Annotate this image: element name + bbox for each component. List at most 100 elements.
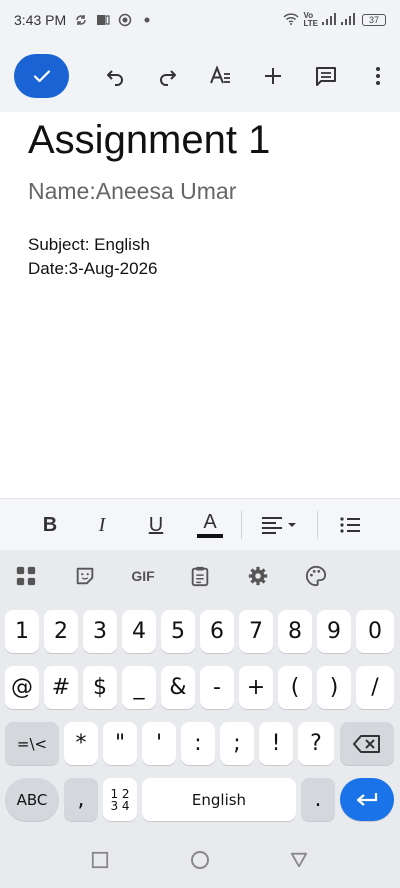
done-button[interactable] <box>14 54 70 98</box>
align-left-icon <box>262 517 296 534</box>
status-right: Vo LTE 37 <box>283 12 386 29</box>
redo-button[interactable] <box>146 54 190 98</box>
key-colon[interactable]: : <box>181 722 215 765</box>
key-asterisk[interactable]: * <box>64 722 98 765</box>
bulleted-list-button[interactable] <box>336 505 364 545</box>
key-period[interactable]: . <box>301 778 335 821</box>
keyboard: 1 2 3 4 5 6 7 8 9 0 @ # $ _ & - + ( ) / … <box>0 602 400 828</box>
key-plus[interactable]: + <box>239 666 273 709</box>
format-separator <box>317 511 318 539</box>
status-bar: 3:43 PM Vo LTE 37 <box>0 0 400 40</box>
recents-button[interactable] <box>90 850 110 870</box>
key-6[interactable]: 6 <box>200 610 234 653</box>
settings-icon <box>248 566 268 586</box>
comment-icon <box>315 67 336 86</box>
apps-button[interactable] <box>12 562 40 590</box>
dot-icon <box>140 13 154 27</box>
key-2[interactable]: 2 <box>44 610 78 653</box>
align-button[interactable] <box>260 505 300 545</box>
underline-button[interactable]: U <box>145 505 167 545</box>
key-9[interactable]: 9 <box>317 610 351 653</box>
format-separator <box>241 511 242 539</box>
square-icon <box>91 851 109 869</box>
sync-icon <box>74 13 88 27</box>
key-single-quote[interactable]: ' <box>142 722 176 765</box>
text-color-swatch <box>197 534 223 538</box>
key-0[interactable]: 0 <box>356 610 394 653</box>
gif-button[interactable]: GIF <box>128 562 158 590</box>
keyboard-toolbar: GIF <box>0 550 400 602</box>
editor-toolbar <box>0 40 400 112</box>
undo-icon <box>107 70 124 86</box>
format-bar: B I U A <box>0 498 400 550</box>
key-7[interactable]: 7 <box>239 610 273 653</box>
key-8[interactable]: 8 <box>278 610 312 653</box>
palette-icon <box>305 565 327 587</box>
settings-button[interactable] <box>244 562 272 590</box>
status-time: 3:43 PM <box>14 12 67 28</box>
network-label: Vo LTE <box>303 11 318 28</box>
key-dollar[interactable]: $ <box>83 666 117 709</box>
key-comma[interactable]: , <box>64 778 98 821</box>
sticker-button[interactable] <box>71 562 99 590</box>
key-5[interactable]: 5 <box>161 610 195 653</box>
undo-button[interactable] <box>93 54 137 98</box>
more-options-button[interactable] <box>356 54 400 98</box>
apps-icon <box>16 566 36 586</box>
navigation-bar <box>0 828 400 888</box>
key-slash[interactable]: / <box>356 666 394 709</box>
key-question[interactable]: ? <box>298 722 334 765</box>
signal-icon <box>322 12 358 28</box>
document-title[interactable]: Assignment 1 <box>28 120 372 160</box>
text-format-button[interactable] <box>199 54 243 98</box>
clipboard-icon <box>191 566 209 587</box>
circle-icon <box>191 851 209 869</box>
document-line-subject[interactable]: Subject: English <box>28 233 372 257</box>
battery-icon: 37 <box>362 14 386 26</box>
bold-button[interactable]: B <box>40 505 60 545</box>
back-button[interactable] <box>289 850 309 870</box>
key-hash[interactable]: # <box>44 666 78 709</box>
key-semicolon[interactable]: ; <box>220 722 254 765</box>
clipboard-button[interactable] <box>186 562 214 590</box>
sticker-icon <box>76 567 94 585</box>
key-1[interactable]: 1 <box>5 610 39 653</box>
key-3[interactable]: 3 <box>83 610 117 653</box>
add-icon <box>265 68 282 84</box>
redo-icon <box>159 70 176 86</box>
backspace-icon <box>353 734 380 753</box>
key-exclamation[interactable]: ! <box>259 722 293 765</box>
text-color-button[interactable]: A <box>196 505 224 545</box>
more-icon <box>376 67 381 85</box>
key-4[interactable]: 4 <box>122 610 156 653</box>
more-symbols-key[interactable]: =\< <box>5 722 59 765</box>
backspace-key[interactable] <box>340 722 394 765</box>
key-at[interactable]: @ <box>5 666 39 709</box>
insert-button[interactable] <box>251 54 295 98</box>
notification-badge-icon <box>118 13 132 27</box>
key-close-paren[interactable]: ) <box>317 666 351 709</box>
theme-button[interactable] <box>302 562 330 590</box>
numpad-key[interactable]: 1 2 3 4 <box>103 778 137 821</box>
abc-key[interactable]: ABC <box>5 778 59 821</box>
home-button[interactable] <box>190 850 210 870</box>
key-double-quote[interactable]: " <box>103 722 137 765</box>
document-line-date[interactable]: Date:3-Aug-2026 <box>28 257 372 281</box>
check-icon <box>33 70 50 83</box>
key-open-paren[interactable]: ( <box>278 666 312 709</box>
key-minus[interactable]: - <box>200 666 234 709</box>
space-key[interactable]: English <box>142 778 296 821</box>
bulleted-list-icon <box>340 517 360 533</box>
key-underscore[interactable]: _ <box>122 666 156 709</box>
text-format-icon <box>210 65 231 84</box>
triangle-back-icon <box>290 852 308 868</box>
document-body[interactable]: Assignment 1 Name:Aneesa Umar Subject: E… <box>0 112 400 498</box>
enter-key[interactable] <box>340 778 394 821</box>
comment-button[interactable] <box>304 54 348 98</box>
italic-button[interactable]: I <box>92 505 112 545</box>
key-ampersand[interactable]: & <box>161 666 195 709</box>
text-color-label: A <box>203 511 217 533</box>
wifi-icon <box>283 12 300 29</box>
enter-icon <box>356 792 378 806</box>
document-subtitle[interactable]: Name:Aneesa Umar <box>28 178 372 205</box>
